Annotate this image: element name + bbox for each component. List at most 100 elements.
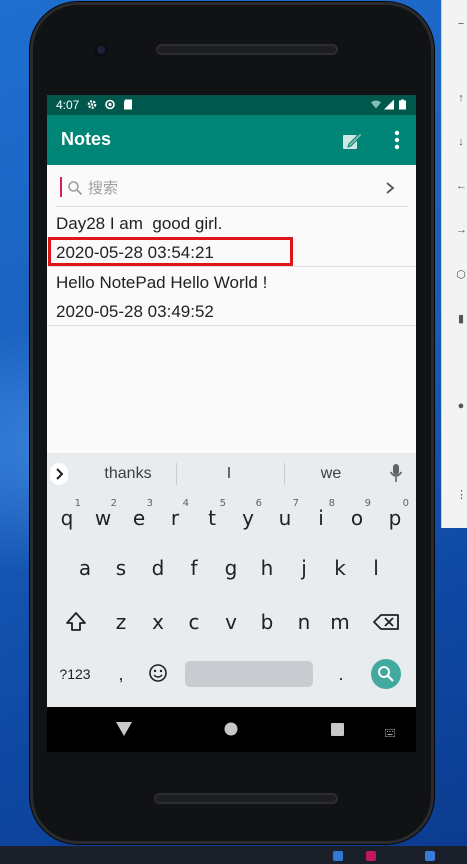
- windows-taskbar: [0, 846, 467, 864]
- key-m[interactable]: m: [323, 601, 357, 643]
- home-icon[interactable]: [224, 722, 238, 736]
- volume-down-icon[interactable]: ↓: [456, 136, 466, 148]
- backspace-key[interactable]: [369, 601, 403, 643]
- more-vert-icon[interactable]: [387, 129, 407, 151]
- key-hint: 1: [74, 498, 81, 509]
- search-input[interactable]: [88, 175, 368, 201]
- key-d[interactable]: d: [141, 547, 175, 589]
- key-h[interactable]: h: [250, 547, 284, 589]
- key-i[interactable]: i8: [304, 497, 338, 539]
- key-t[interactable]: t5: [195, 497, 229, 539]
- volume-up-icon[interactable]: ↑: [456, 92, 466, 104]
- system-nav-bar: [47, 707, 416, 752]
- suggestion-divider: [176, 463, 177, 485]
- backspace-icon: [373, 614, 399, 630]
- key-hint: 5: [219, 498, 226, 509]
- expand-toolbar-button[interactable]: [50, 463, 68, 485]
- key-hint: 4: [182, 498, 189, 509]
- search-icon: [378, 666, 394, 682]
- signal-icon: [384, 99, 394, 110]
- key-x[interactable]: x: [141, 601, 175, 643]
- space-bar[interactable]: [185, 661, 313, 687]
- key-e[interactable]: e3: [122, 497, 156, 539]
- rotate-right-icon[interactable]: →: [456, 224, 467, 236]
- key-hint: 6: [255, 498, 262, 509]
- key-label: p: [388, 506, 402, 530]
- key-o[interactable]: o9: [340, 497, 374, 539]
- key-b[interactable]: b: [250, 601, 284, 643]
- status-bar: 4:07: [47, 95, 416, 115]
- rotate-left-icon[interactable]: ←: [456, 180, 467, 192]
- key-label: q: [60, 506, 74, 530]
- recents-icon[interactable]: [331, 723, 344, 736]
- sd-card-icon: [124, 99, 132, 110]
- key-l[interactable]: l: [359, 547, 393, 589]
- minimize-icon[interactable]: −: [456, 18, 466, 30]
- highlight-annotation-box: [48, 237, 293, 266]
- key-label: r: [170, 506, 180, 530]
- app-tray-icon[interactable]: [366, 851, 376, 861]
- settings-icon: [87, 100, 97, 109]
- key-v[interactable]: v: [214, 601, 248, 643]
- emoji-key[interactable]: [143, 653, 173, 695]
- key-g[interactable]: g: [214, 547, 248, 589]
- key-q[interactable]: q1: [50, 497, 84, 539]
- more-options-icon[interactable]: ⋮: [456, 488, 467, 501]
- key-n[interactable]: n: [287, 601, 321, 643]
- search-action-key[interactable]: [371, 659, 401, 689]
- key-z[interactable]: z: [104, 601, 138, 643]
- key-hint: 8: [328, 498, 335, 509]
- chevron-right-icon[interactable]: [383, 181, 397, 195]
- key-label: e: [132, 506, 146, 530]
- emulator-side-panel: − ↑ ↓ ← → ⬡ ▮ ● ⋮: [441, 0, 467, 528]
- note-item[interactable]: Hello NotePad Hello World ! 2020-05-28 0…: [47, 267, 416, 326]
- key-u[interactable]: u7: [268, 497, 302, 539]
- key-label: i: [318, 506, 324, 530]
- key-r[interactable]: r4: [158, 497, 192, 539]
- symbols-key[interactable]: ?123: [53, 653, 97, 695]
- wifi-icon: [371, 100, 381, 109]
- comma-key[interactable]: ,: [109, 653, 133, 695]
- key-k[interactable]: k: [323, 547, 357, 589]
- note-list: Day28 I am good girl. 2020-05-28 03:54:2…: [47, 208, 416, 326]
- zoom-icon[interactable]: ▮: [456, 312, 466, 325]
- period-key[interactable]: .: [329, 653, 353, 695]
- suggestion-3[interactable]: we: [311, 465, 351, 483]
- top-speaker: [156, 44, 338, 55]
- shift-icon: [66, 612, 86, 631]
- app-bar: Notes: [47, 115, 416, 165]
- back-hw-icon[interactable]: ●: [456, 400, 466, 412]
- note-date: 2020-05-28 03:49:52: [56, 302, 214, 321]
- network-icon[interactable]: [425, 851, 435, 861]
- app-title: Notes: [61, 129, 112, 149]
- suggestion-2[interactable]: I: [209, 465, 249, 483]
- bottom-speaker: [154, 793, 338, 804]
- key-label: o: [350, 506, 364, 530]
- key-p[interactable]: p0: [378, 497, 412, 539]
- key-label: w: [94, 506, 112, 530]
- back-icon[interactable]: [115, 721, 133, 737]
- compose-icon[interactable]: [341, 129, 363, 151]
- key-c[interactable]: c: [177, 601, 211, 643]
- suggestion-divider: [284, 463, 285, 485]
- suggestion-strip: thanks I we: [47, 453, 416, 495]
- suggestion-1[interactable]: thanks: [93, 465, 163, 483]
- shield-icon[interactable]: [333, 851, 343, 861]
- note-title: Day28 I am good girl.: [56, 214, 223, 233]
- key-hint: 9: [364, 498, 371, 509]
- search-bar[interactable]: [55, 171, 408, 207]
- key-f[interactable]: f: [177, 547, 211, 589]
- key-j[interactable]: j: [287, 547, 321, 589]
- note-item[interactable]: Day28 I am good girl. 2020-05-28 03:54:2…: [47, 208, 416, 267]
- key-a[interactable]: a: [68, 547, 102, 589]
- key-w[interactable]: w2: [86, 497, 120, 539]
- phone-screen: 4:07 Notes 搜索 Day28 I am good girl. 2020…: [47, 95, 416, 707]
- mic-icon[interactable]: [389, 463, 403, 483]
- text-cursor: [60, 177, 62, 197]
- shift-key[interactable]: [59, 601, 93, 643]
- key-y[interactable]: y6: [231, 497, 265, 539]
- screenshot-icon[interactable]: ⬡: [456, 268, 466, 281]
- chevron-right-icon: [56, 468, 64, 480]
- keyboard-switch-icon[interactable]: [385, 729, 395, 737]
- key-s[interactable]: s: [104, 547, 138, 589]
